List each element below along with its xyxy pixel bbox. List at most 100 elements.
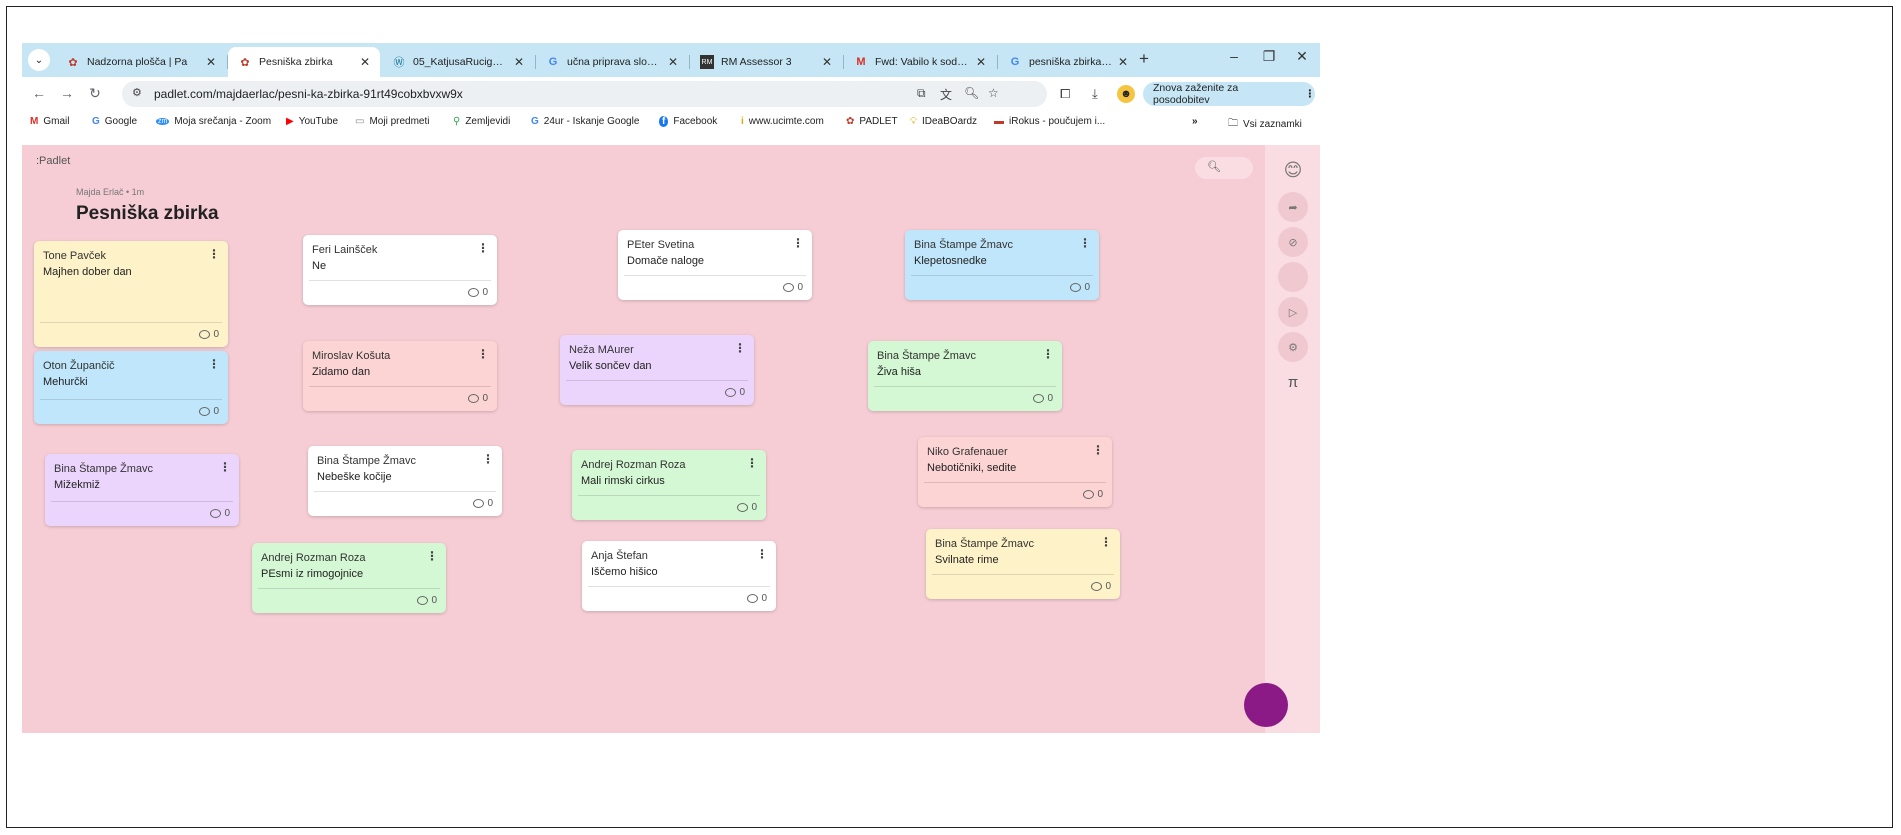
close-tab-icon[interactable]: ✕ <box>976 55 986 69</box>
bookmark-gmail[interactable]: M Gmail <box>30 116 69 127</box>
post-menu-icon[interactable]: ⋮ <box>746 456 758 470</box>
tab-pesniska-zbirka-iscem[interactable]: G pesniška zbirka iščem ✕ <box>998 47 1138 77</box>
post-menu-icon[interactable]: ⋮ <box>477 347 489 361</box>
board-search-button[interactable]: 🔍︎ <box>1195 157 1253 179</box>
post-card[interactable]: ⋮ Oton Župančič Mehurčki 0 <box>34 351 228 424</box>
comment-count-button[interactable]: 0 <box>199 329 219 340</box>
bookmark-ucimte[interactable]: i www.ucimte.com <box>741 116 824 127</box>
bookmark-24ur[interactable]: G 24ur - Iskanje Google <box>531 116 639 127</box>
download-icon[interactable]: ⤓ <box>1092 86 1098 102</box>
comment-count-button[interactable]: 0 <box>725 387 745 398</box>
bookmark-google[interactable]: G Google <box>92 116 137 127</box>
share-icon[interactable]: ➦ <box>1278 192 1308 222</box>
restore-button[interactable]: ❐ <box>1256 48 1282 65</box>
post-menu-icon[interactable]: ⋮ <box>792 236 804 250</box>
post-menu-icon[interactable]: ⋮ <box>219 460 231 474</box>
address-bar[interactable]: ⚙ padlet.com/majdaerlac/pesni-ka-zbirka-… <box>122 81 1047 107</box>
bookmark-facebook[interactable]: f Facebook <box>659 116 717 127</box>
post-card[interactable]: ⋮ Miroslav Košuta Zidamo dan 0 <box>303 341 497 411</box>
post-card[interactable]: ⋮ Andrej Rozman Roza PEsmi iz rimogojnice 0 <box>252 543 446 613</box>
bookmarks-more-button[interactable]: » <box>1192 116 1198 127</box>
tab-ucna-priprava[interactable]: G učna priprava sloven ✕ <box>536 47 688 77</box>
extensions-icon[interactable]: ⧠ <box>1060 86 1070 102</box>
add-post-button[interactable] <box>1244 683 1288 727</box>
back-icon[interactable]: ← <box>30 85 48 101</box>
forward-icon[interactable]: → <box>58 85 76 101</box>
post-menu-icon[interactable]: ⋮ <box>1100 535 1112 549</box>
post-menu-icon[interactable]: ⋮ <box>1042 347 1054 361</box>
bookmark-zoom[interactable]: zm Moja srečanja - Zoom <box>156 116 271 127</box>
comment-count-button[interactable]: 0 <box>1091 581 1111 592</box>
close-tab-icon[interactable]: ✕ <box>206 55 216 69</box>
post-card[interactable]: ⋮ Bina Štampe Žmavc Klepetosnedke 0 <box>905 230 1099 300</box>
zoom-icon[interactable]: 🔍︎ <box>964 86 979 100</box>
bookmark-youtube[interactable]: ▶ YouTube <box>286 116 338 127</box>
comment-count-button[interactable]: 0 <box>1070 282 1090 293</box>
tab-katjusa-pdf[interactable]: Ⓦ 05_KatjusaRucigaj-1.p ✕ <box>382 47 534 77</box>
post-card[interactable]: ⋮ Bina Štampe Žmavc Mižekmiž 0 <box>45 454 239 526</box>
post-card[interactable]: ⋮ Bina Štampe Žmavc Svilnate rime 0 <box>926 529 1120 599</box>
padlet-logo[interactable]: :Padlet <box>36 155 70 167</box>
post-card[interactable]: ⋮ Feri Lainšček Ne 0 <box>303 235 497 305</box>
tab-pesniska-zbirka[interactable]: ✿ Pesniška zbirka ✕ <box>228 47 380 77</box>
settings-gear-icon[interactable]: ⚙ <box>1278 332 1308 362</box>
post-card[interactable]: ⋮ Bina Štampe Žmavc Živa hiša 0 <box>868 341 1062 411</box>
post-menu-icon[interactable]: ⋮ <box>208 357 220 371</box>
post-card[interactable]: ⋮ Niko Grafenauer Nebotičniki, sedite 0 <box>918 437 1112 507</box>
kebab-menu-icon[interactable]: ⋮ <box>1305 88 1316 100</box>
comment-count-button[interactable]: 0 <box>1083 489 1103 500</box>
pi-icon[interactable]: π <box>1278 367 1308 397</box>
close-tab-icon[interactable]: ✕ <box>822 55 832 69</box>
post-menu-icon[interactable]: ⋮ <box>1092 443 1104 457</box>
bookmark-moji-predmeti[interactable]: ▭ Moji predmeti <box>355 116 429 127</box>
remake-icon[interactable]: ⊘ <box>1278 227 1308 257</box>
close-tab-icon[interactable]: ✕ <box>514 55 524 69</box>
site-info-icon[interactable]: ⚙ <box>132 86 142 99</box>
comment-count-button[interactable]: 0 <box>473 498 493 509</box>
comment-count-button[interactable]: 0 <box>468 393 488 404</box>
new-tab-button[interactable]: + <box>1139 49 1149 69</box>
post-menu-icon[interactable]: ⋮ <box>426 549 438 563</box>
close-tab-icon[interactable]: ✕ <box>668 55 678 69</box>
install-app-icon[interactable]: ⧉ <box>917 86 926 101</box>
close-tab-icon[interactable]: ✕ <box>360 55 370 69</box>
bookmark-ideaboardz[interactable]: 💡︎ IDeaBOardz <box>910 116 977 127</box>
comment-count-button[interactable]: 0 <box>417 595 437 606</box>
comment-count-button[interactable]: 0 <box>199 406 219 417</box>
bookmark-irokus[interactable]: ▬ iRokus - poučujem i... <box>994 116 1105 127</box>
post-card[interactable]: ⋮ Anja Štefan Iščemo hišico 0 <box>582 541 776 611</box>
tab-rm-assessor[interactable]: RM RM Assessor 3 ✕ <box>690 47 842 77</box>
post-menu-icon[interactable]: ⋮ <box>477 241 489 255</box>
post-menu-icon[interactable]: ⋮ <box>756 547 768 561</box>
restart-update-button[interactable]: Znova zaženite za posodobitev ⋮ <box>1143 82 1315 106</box>
post-menu-icon[interactable]: ⋮ <box>1079 236 1091 250</box>
comment-count-button[interactable]: 0 <box>468 287 488 298</box>
comment-count-button[interactable]: 0 <box>737 502 757 513</box>
blank-action-icon[interactable] <box>1278 262 1308 292</box>
comment-count-button[interactable]: 0 <box>210 508 230 519</box>
post-menu-icon[interactable]: ⋮ <box>734 341 746 355</box>
tab-nadzorna-plosca[interactable]: ✿ Nadzorna plošča | Pa ✕ <box>56 47 226 77</box>
post-card[interactable]: ⋮ Bina Štampe Žmavc Nebeške kočije 0 <box>308 446 502 516</box>
reload-icon[interactable]: ↻ <box>86 85 104 102</box>
all-bookmarks-folder[interactable]: 🗀 Vsi zaznamki <box>1228 116 1302 133</box>
post-menu-icon[interactable]: ⋮ <box>208 247 220 261</box>
url-text[interactable]: padlet.com/majdaerlac/pesni-ka-zbirka-91… <box>154 87 463 101</box>
bookmark-star-icon[interactable]: ☆ <box>988 86 999 100</box>
profile-face-icon[interactable]: 😊 <box>1278 155 1308 185</box>
tab-search-icon[interactable]: ⌄ <box>28 49 50 71</box>
bookmark-zemljevidi[interactable]: ⚲ Zemljevidi <box>453 116 510 127</box>
comment-count-button[interactable]: 0 <box>747 593 767 604</box>
translate-icon[interactable]: 文 <box>940 86 952 103</box>
post-card[interactable]: ⋮ Tone Pavček Majhen dober dan 0 <box>34 241 228 347</box>
post-card[interactable]: ⋮ PEter Svetina Domače naloge 0 <box>618 230 812 300</box>
minimize-button[interactable]: – <box>1221 48 1247 64</box>
close-window-button[interactable]: ✕ <box>1289 48 1315 65</box>
profile-avatar-icon[interactable]: ☻ <box>1117 85 1135 103</box>
post-menu-icon[interactable]: ⋮ <box>482 452 494 466</box>
slideshow-play-icon[interactable]: ▷ <box>1278 297 1308 327</box>
bookmark-padlet[interactable]: ✿ PADLET <box>846 116 898 127</box>
post-card[interactable]: ⋮ Andrej Rozman Roza Mali rimski cirkus 0 <box>572 450 766 520</box>
post-card[interactable]: ⋮ Neža MAurer Velik sončev dan 0 <box>560 335 754 405</box>
close-tab-icon[interactable]: ✕ <box>1118 55 1128 69</box>
